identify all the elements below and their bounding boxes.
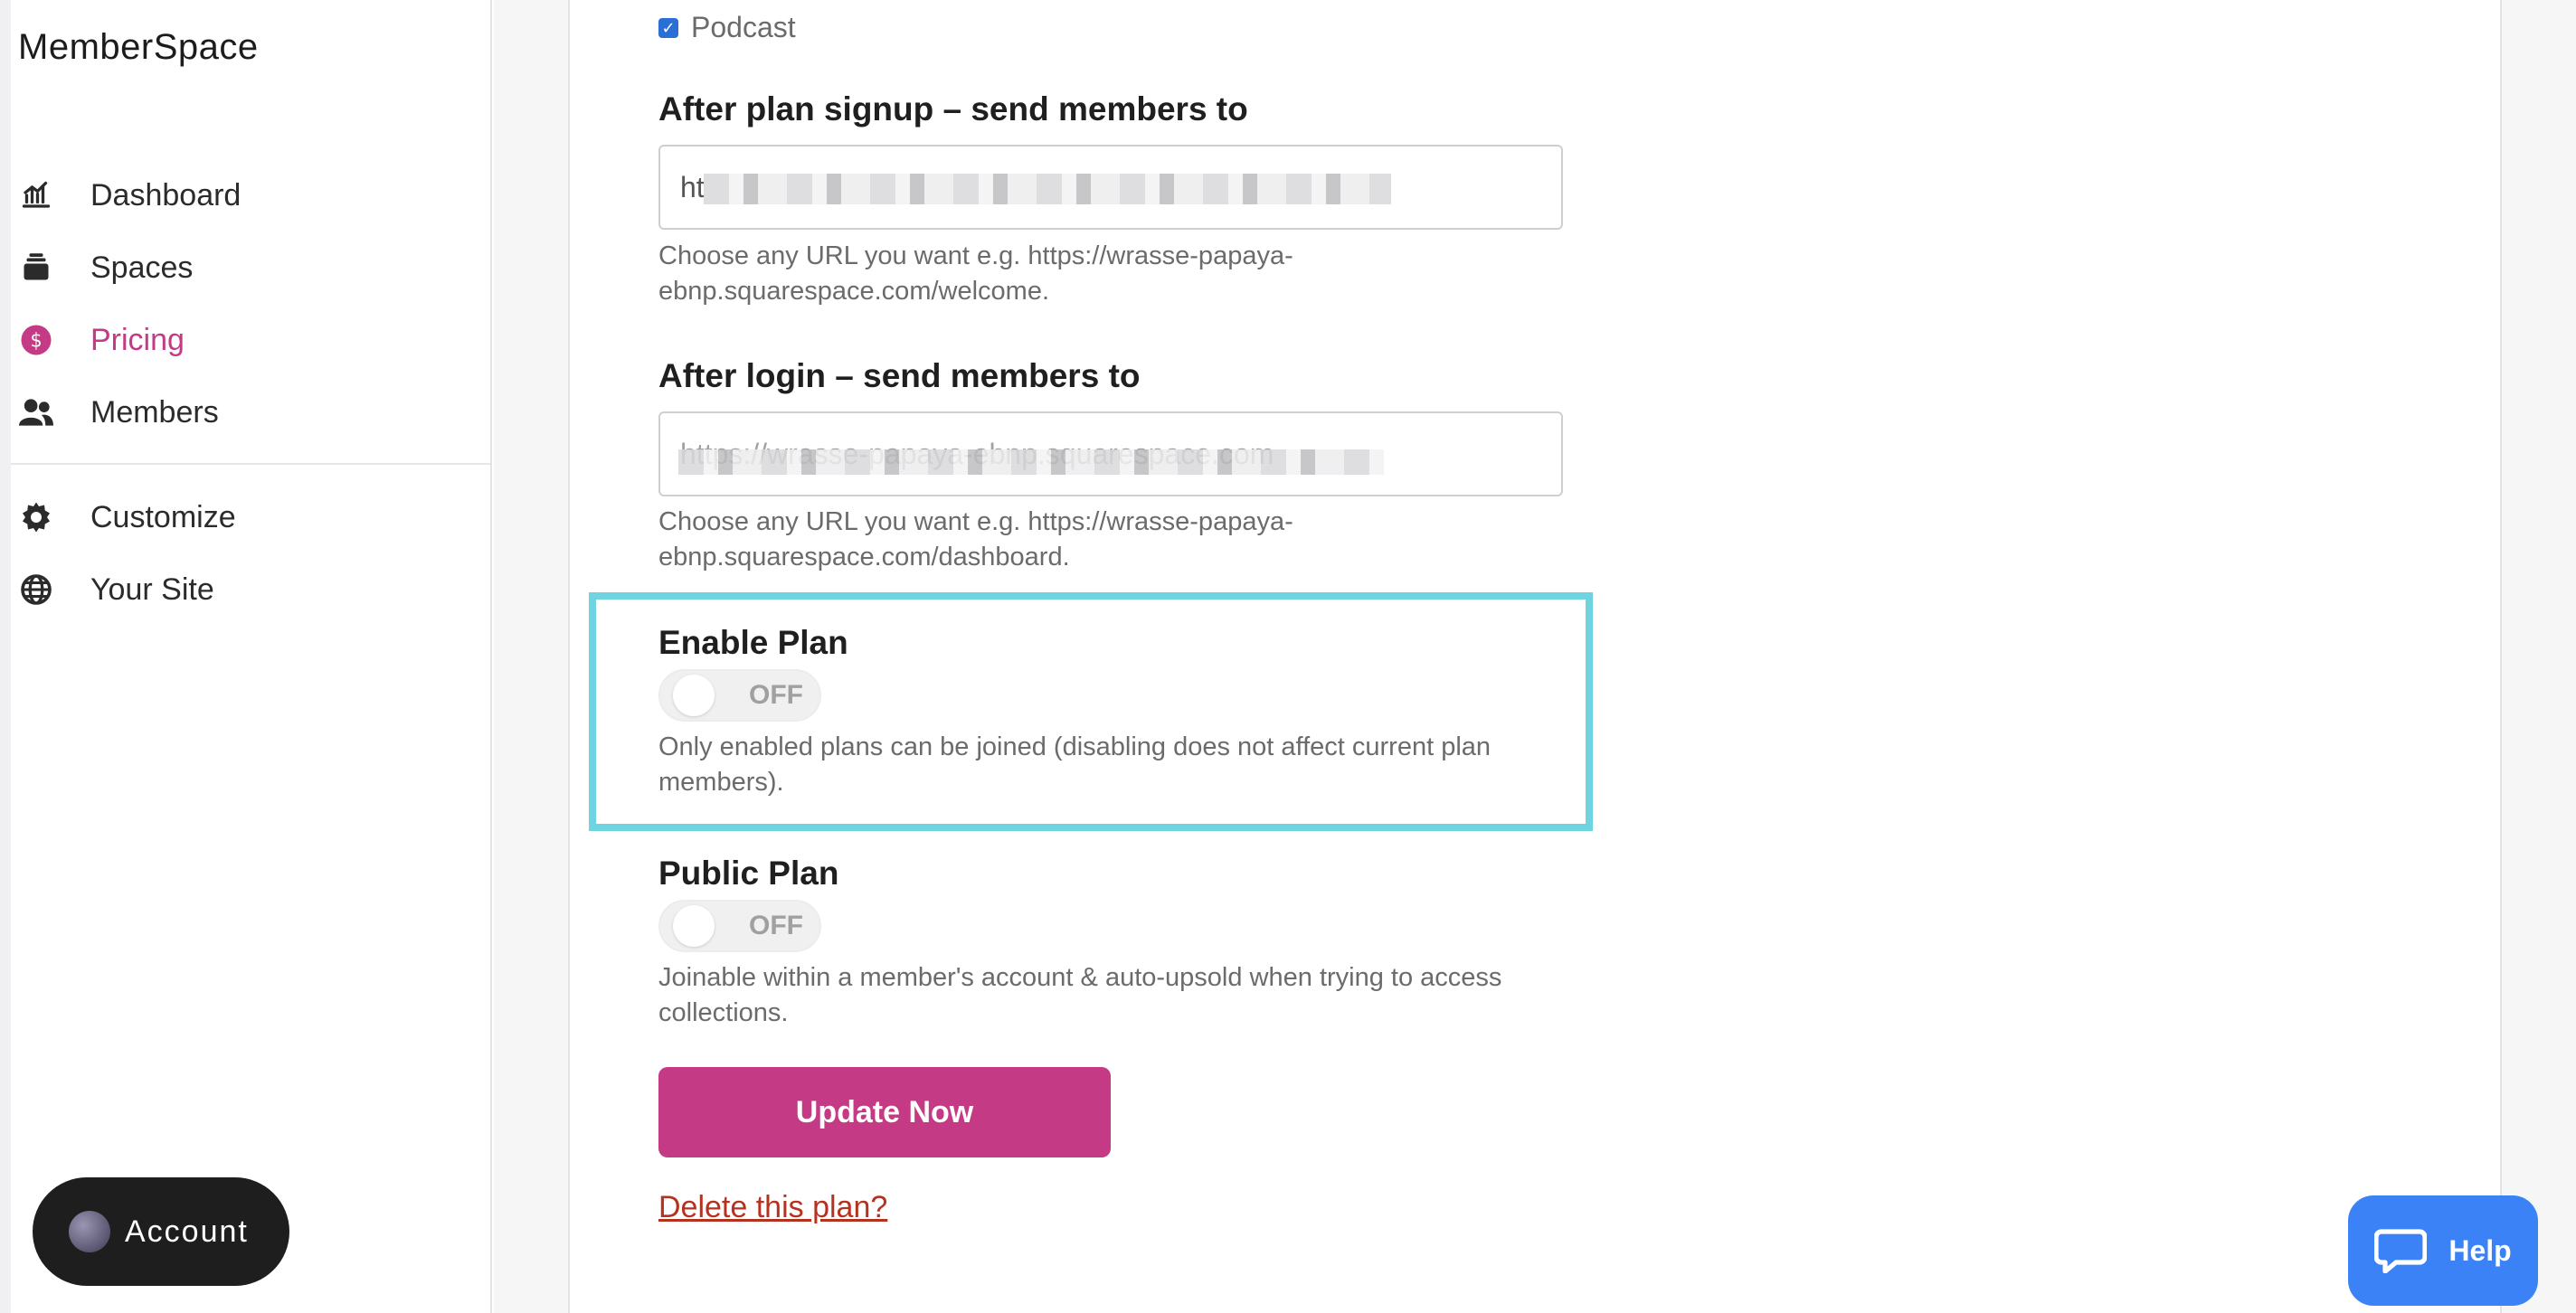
sidebar-item-label: Pricing [90,322,185,357]
chart-icon [18,177,54,213]
enable-plan-toggle[interactable]: OFF [658,669,821,722]
signup-redirect-label: After plan signup – send members to [658,90,1248,128]
login-redirect-label: After login – send members to [658,357,1141,394]
update-now-button[interactable]: Update Now [658,1067,1111,1157]
login-redirect-helper: Choose any URL you want e.g. https://wra… [658,507,1293,571]
public-plan-helper: Joinable within a member's account & aut… [658,963,1502,1027]
chat-bubble-icon [2373,1228,2428,1274]
brand-name: MemberSpace [18,27,259,67]
sidebar-item-spaces[interactable]: Spaces [18,231,470,304]
dollar-icon: $ [18,322,54,358]
toggle-state-label: OFF [749,911,803,940]
redacted-url-blur [704,174,1391,204]
help-button[interactable]: Help [2348,1195,2538,1306]
layers-icon [18,250,54,286]
checkbox-checked-icon[interactable]: ✓ [658,17,678,38]
brand-logo[interactable]: MemberSpace [18,27,259,68]
signup-redirect-helper: Choose any URL you want e.g. https://wra… [658,241,1293,306]
toggle-knob [673,675,715,716]
sidebar-item-members[interactable]: Members [18,376,470,449]
sidebar-item-label: Members [90,394,219,430]
signup-redirect-input[interactable]: ht [658,145,1563,230]
sidebar-item-dashboard[interactable]: Dashboard [18,159,470,231]
globe-icon [18,571,54,608]
sidebar-divider [11,463,490,465]
sidebar-item-label: Your Site [90,571,214,607]
login-redirect-input[interactable]: https://wrasse-papaya-ebnp.squarespace.c… [658,411,1563,496]
toggle-state-label: OFF [749,680,803,710]
account-button[interactable]: Account [33,1177,289,1286]
users-icon [18,394,54,430]
sidebar-item-label: Spaces [90,250,194,285]
account-label: Account [125,1214,249,1249]
redacted-url-blur [678,449,1384,475]
signup-redirect-value: ht [680,170,705,203]
delete-plan-link[interactable]: Delete this plan? [658,1190,887,1225]
sidebar-item-customize[interactable]: Customize [18,481,470,553]
enable-plan-helper: Only enabled plans can be joined (disabl… [658,732,1492,797]
sidebar-item-pricing[interactable]: $ Pricing [18,304,470,376]
content-gutter-right [2500,0,2576,1313]
sidebar: MemberSpace Dashboard Spaces $ Pricing M… [0,0,492,1313]
gear-icon [18,499,54,535]
svg-text:$: $ [30,330,42,352]
sidebar-nav-primary: Dashboard Spaces $ Pricing Members [18,159,470,449]
help-label: Help [2448,1233,2512,1267]
content-gutter-left [494,0,568,1313]
podcast-checkbox-row[interactable]: ✓ Podcast [658,11,796,44]
sidebar-item-label: Dashboard [90,177,242,213]
sidebar-nav-secondary: Customize Your Site [18,481,470,626]
public-plan-title: Public Plan [658,855,839,892]
toggle-knob [673,905,715,947]
avatar [69,1211,110,1252]
enable-plan-title: Enable Plan [658,624,848,661]
sidebar-item-label: Customize [90,499,236,534]
public-plan-toggle[interactable]: OFF [658,900,821,952]
sidebar-item-your-site[interactable]: Your Site [18,553,470,626]
podcast-label: Podcast [691,11,796,43]
